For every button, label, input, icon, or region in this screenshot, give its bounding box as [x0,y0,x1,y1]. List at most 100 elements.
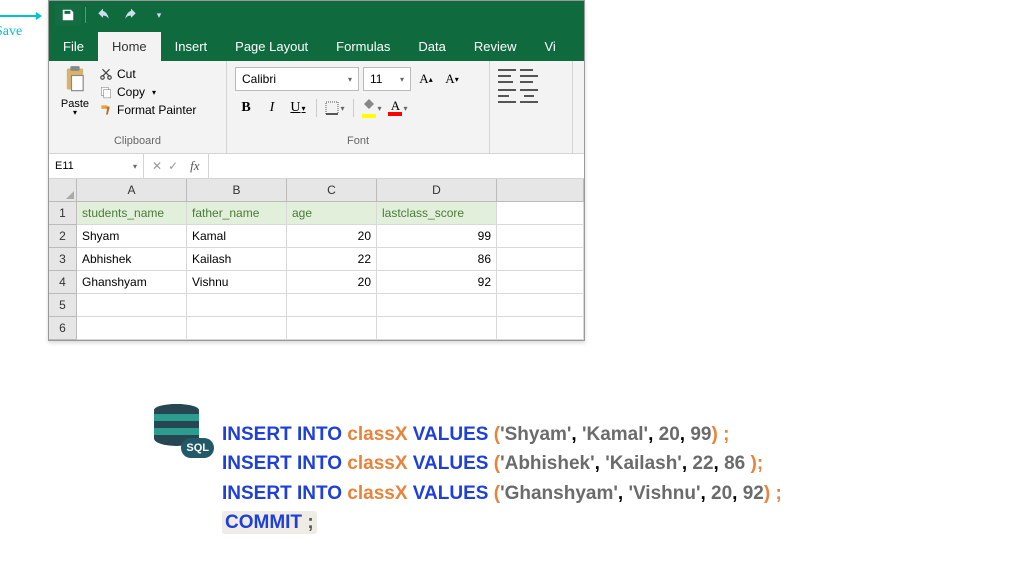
font-size-value: 11 [370,72,382,86]
font-name-value: Calibri [242,72,276,86]
cell[interactable]: 92 [377,271,497,294]
cut-button[interactable]: Cut [99,67,196,81]
cut-label: Cut [117,67,136,81]
select-all-corner[interactable] [49,179,77,202]
cell[interactable] [497,225,584,248]
cell[interactable] [497,271,584,294]
cell[interactable]: 86 [377,248,497,271]
copy-label: Copy [117,85,145,99]
cell[interactable]: students_name [77,202,187,225]
alignment-group [490,61,573,153]
cell[interactable]: 20 [287,225,377,248]
row-header[interactable]: 2 [49,225,77,248]
font-color-button[interactable]: A▾ [387,97,409,119]
decrease-font-button[interactable]: A▾ [441,68,463,90]
cell[interactable]: Vishnu [187,271,287,294]
cell[interactable]: Ghanshyam [77,271,187,294]
tab-file[interactable]: File [49,32,98,61]
ribbon: Paste ▾ Cut Copy▾ Format Painter [49,61,584,154]
cell[interactable] [497,317,584,340]
align-left-button[interactable] [498,89,516,103]
cell[interactable]: 20 [287,271,377,294]
cell[interactable] [497,202,584,225]
align-center-button[interactable] [520,89,538,103]
font-size-select[interactable]: 11▾ [363,67,411,91]
cell[interactable] [497,294,584,317]
bold-button[interactable]: B [235,97,257,119]
cell[interactable]: 22 [287,248,377,271]
qat-customize[interactable]: ▾ [146,4,172,26]
border-icon [325,101,339,115]
cell[interactable] [187,294,287,317]
cell[interactable]: Abhishek [77,248,187,271]
cell[interactable] [377,294,497,317]
col-header-d[interactable]: D [377,179,497,202]
col-header-e[interactable] [497,179,584,202]
formula-bar-row: E11▾ ✕ ✓ fx [49,154,584,179]
cell[interactable]: father_name [187,202,287,225]
fill-color-button[interactable]: ▾ [361,97,383,119]
save-annotation: Save [0,8,40,40]
cell[interactable] [287,294,377,317]
cell[interactable] [77,317,187,340]
cell[interactable]: age [287,202,377,225]
cell[interactable] [187,317,287,340]
italic-button[interactable]: I [261,97,283,119]
increase-font-button[interactable]: A▴ [415,68,437,90]
col-header-b[interactable]: B [187,179,287,202]
paste-icon [61,65,89,93]
tab-review[interactable]: Review [460,32,531,61]
name-box-value: E11 [55,160,74,172]
sql-line: COMMIT ; [222,508,782,537]
cell[interactable]: lastclass_score [377,202,497,225]
font-group: Calibri▾ 11▾ A▴ A▾ B I U▾ ▾ ▾ A▾ Font [227,61,490,153]
cell[interactable] [287,317,377,340]
sql-badge: SQL [181,438,214,458]
row-header[interactable]: 6 [49,317,77,340]
cell[interactable]: Kailash [187,248,287,271]
row-header[interactable]: 3 [49,248,77,271]
col-header-a[interactable]: A [77,179,187,202]
cell[interactable]: Kamal [187,225,287,248]
cell[interactable]: 99 [377,225,497,248]
cell[interactable] [497,248,584,271]
save-icon [61,8,75,22]
name-box[interactable]: E11▾ [49,154,144,178]
tab-view[interactable]: Vi [530,32,569,61]
underline-button[interactable]: U▾ [287,97,309,119]
cut-icon [99,67,113,81]
row-header[interactable]: 4 [49,271,77,294]
cancel-formula-icon[interactable]: ✕ [152,159,162,173]
sql-database-icon: SQL [154,404,210,454]
fx-icon[interactable]: fx [190,158,199,174]
sql-line: INSERT INTO classX VALUES ('Shyam', 'Kam… [222,420,782,449]
align-middle-button[interactable] [520,69,538,83]
border-button[interactable]: ▾ [324,97,346,119]
sql-line: INSERT INTO classX VALUES ('Abhishek', '… [222,449,782,478]
spreadsheet-grid[interactable]: A B C D 1 students_name father_name age … [49,179,584,340]
save-button[interactable] [55,4,81,26]
clipboard-group: Paste ▾ Cut Copy▾ Format Painter [49,61,227,153]
tab-insert[interactable]: Insert [161,32,222,61]
formula-input[interactable] [208,154,584,178]
tab-data[interactable]: Data [404,32,459,61]
format-painter-button[interactable]: Format Painter [99,103,196,117]
row-header[interactable]: 1 [49,202,77,225]
accept-formula-icon[interactable]: ✓ [168,159,178,173]
copy-icon [99,85,113,99]
sql-line: INSERT INTO classX VALUES ('Ghanshyam', … [222,479,782,508]
copy-button[interactable]: Copy▾ [99,85,196,99]
align-top-button[interactable] [498,69,516,83]
tab-home[interactable]: Home [98,32,161,61]
tab-formulas[interactable]: Formulas [322,32,404,61]
undo-button[interactable] [90,4,116,26]
font-name-select[interactable]: Calibri▾ [235,67,359,91]
redo-button[interactable] [118,4,144,26]
cell[interactable] [377,317,497,340]
tab-page-layout[interactable]: Page Layout [221,32,322,61]
row-header[interactable]: 5 [49,294,77,317]
paste-button[interactable]: Paste ▾ [55,65,95,133]
cell[interactable] [77,294,187,317]
col-header-c[interactable]: C [287,179,377,202]
cell[interactable]: Shyam [77,225,187,248]
